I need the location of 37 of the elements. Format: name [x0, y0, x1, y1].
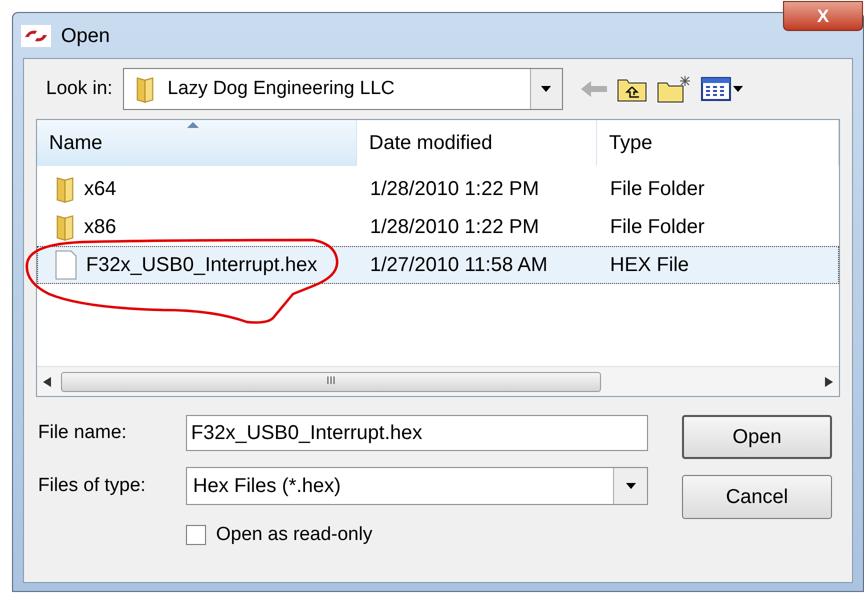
- file-name: x86: [84, 215, 116, 240]
- date-modified: 1/28/2010 1:22 PM: [369, 215, 540, 240]
- file-type-dropdown[interactable]: Hex Files (*.hex): [186, 467, 648, 505]
- date-modified: 1/28/2010 1:22 PM: [369, 177, 540, 202]
- file-name-label: File name:: [37, 420, 128, 445]
- file-name-field[interactable]: F32x_USB0_Interrupt.hex: [186, 415, 648, 451]
- app-logo-icon: [21, 24, 51, 46]
- look-in-dropdown[interactable]: Lazy Dog Engineering LLC: [122, 68, 563, 110]
- file-name: x64: [84, 177, 116, 202]
- date-modified: 1/27/2010 11:58 AM: [369, 253, 549, 278]
- dropdown-arrow-icon: [626, 483, 636, 489]
- file-row[interactable]: x86 1/28/2010 1:22 PM File Folder: [37, 208, 839, 246]
- file-type: HEX File: [609, 253, 689, 278]
- file-icon: [54, 250, 78, 280]
- file-name: F32x_USB0_Interrupt.hex: [86, 253, 318, 278]
- horizontal-scrollbar[interactable]: III: [37, 366, 839, 396]
- scroll-right-icon[interactable]: [825, 376, 833, 386]
- read-only-checkbox[interactable]: [186, 525, 206, 546]
- look-in-label: Look in:: [46, 76, 113, 101]
- dropdown-arrow-icon: [732, 86, 743, 92]
- file-type-label: Files of type:: [37, 474, 147, 498]
- new-folder-icon[interactable]: [656, 75, 691, 103]
- read-only-label: Open as read-only: [216, 523, 372, 547]
- file-row[interactable]: F32x_USB0_Interrupt.hex 1/27/2010 11:58 AM HEX File: [37, 246, 839, 284]
- file-row[interactable]: x64 1/28/2010 1:22 PM File Folder: [37, 170, 839, 208]
- file-type: File Folder: [609, 215, 704, 240]
- dialog-button[interactable]: Open: [682, 415, 832, 459]
- window-title: Open: [61, 24, 110, 48]
- scrollbar-thumb[interactable]: III: [61, 372, 601, 392]
- sort-arrow-icon: [187, 122, 199, 128]
- dropdown-arrow-icon: [541, 86, 552, 92]
- scroll-left-icon[interactable]: [43, 376, 51, 386]
- details-view-icon: [700, 77, 731, 101]
- dialog-button[interactable]: Cancel: [682, 475, 832, 519]
- column-header[interactable]: Name: [37, 120, 357, 166]
- file-type: File Folder: [609, 177, 704, 202]
- view-menu-button[interactable]: [700, 77, 743, 101]
